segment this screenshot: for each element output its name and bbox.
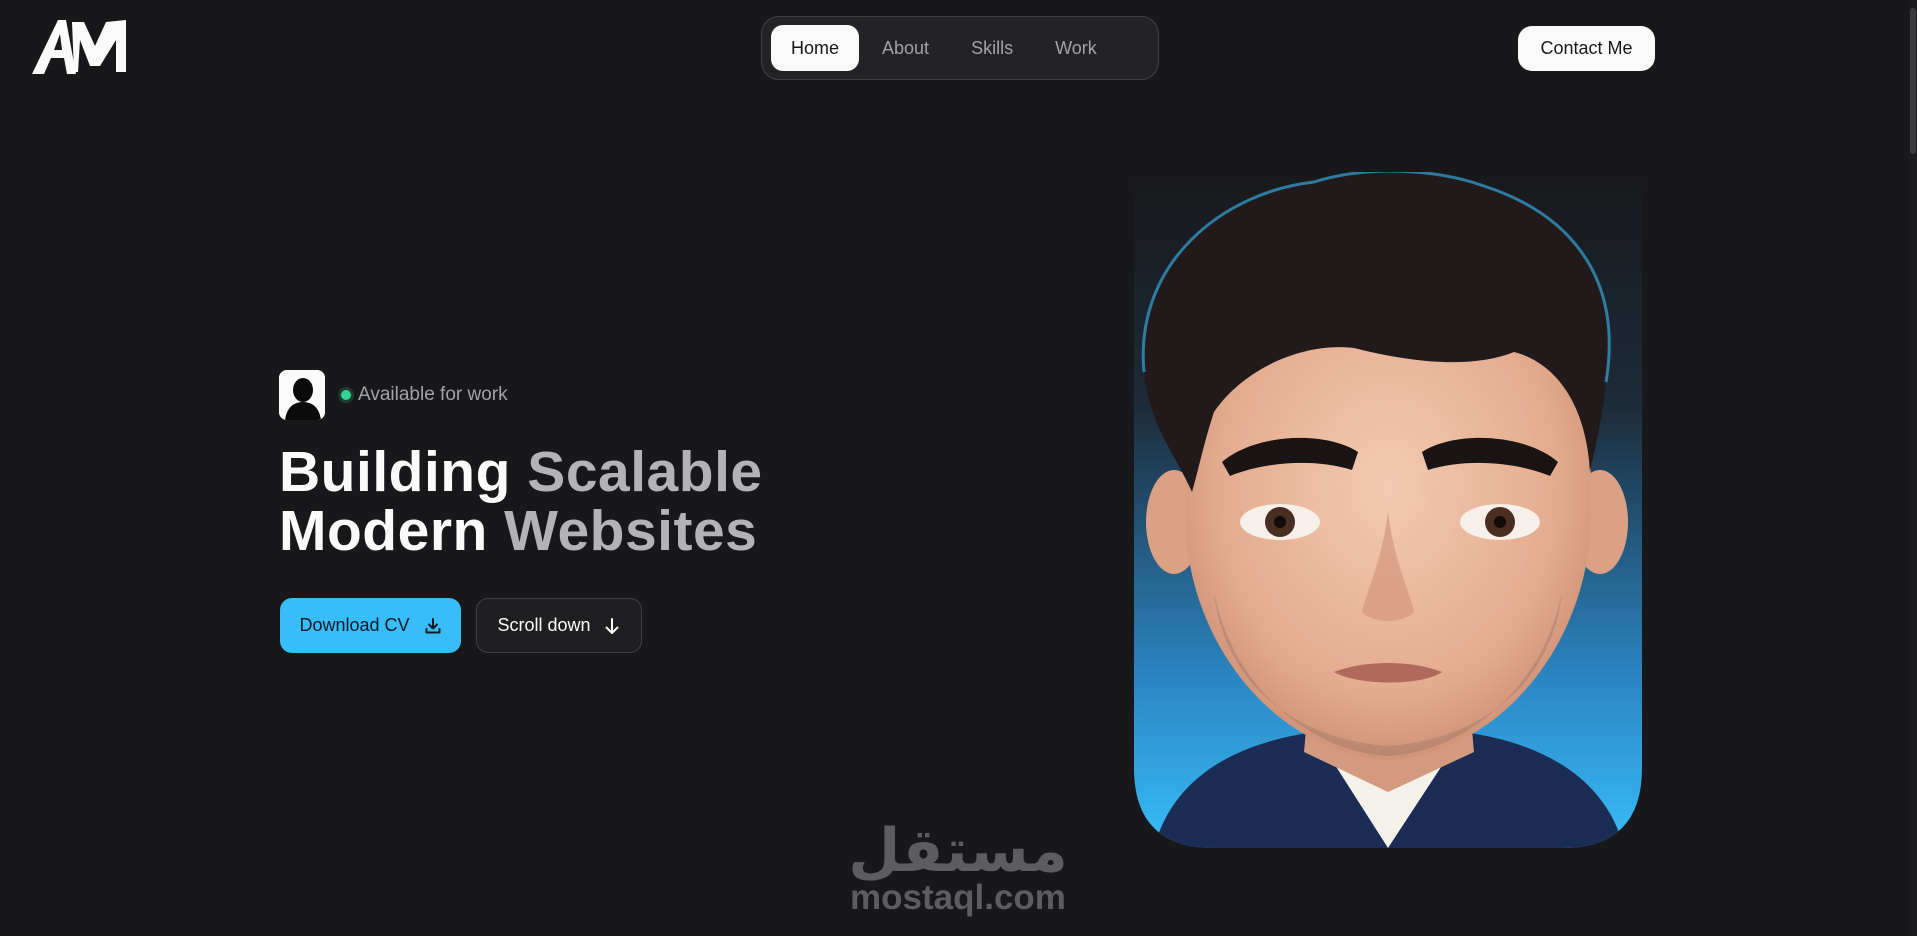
scroll-down-label: Scroll down — [497, 615, 591, 635]
headline-word: Building — [279, 440, 511, 504]
nav-about[interactable]: About — [863, 25, 948, 71]
scrollbar[interactable] — [1909, 0, 1917, 936]
availability-text: Available for work — [358, 384, 508, 405]
arrow-down-icon — [603, 617, 621, 635]
logo-letter-m — [72, 20, 126, 72]
nav-work[interactable]: Work — [1036, 25, 1116, 71]
profile-portrait — [1134, 172, 1642, 848]
nav-home[interactable]: Home — [771, 25, 860, 71]
headline-word: Scalable — [527, 440, 763, 504]
brand-logo[interactable] — [32, 18, 128, 74]
headline-word: Modern — [279, 499, 488, 563]
main-nav: Home About Skills Work — [761, 16, 1159, 80]
download-cv-button[interactable]: Download CV — [280, 598, 461, 653]
download-icon — [424, 617, 442, 635]
availability-badge: Available for work — [279, 370, 508, 420]
logo-letter-a — [32, 20, 76, 74]
scrollbar-thumb[interactable] — [1910, 8, 1916, 154]
watermark-url: mostaql.com — [850, 878, 1066, 917]
scroll-down-button[interactable]: Scroll down — [476, 598, 642, 653]
status-dot — [341, 390, 351, 400]
download-cv-label: Download CV — [299, 615, 410, 635]
hero-headline: Building Scalable Modern Websites — [279, 443, 763, 561]
avatar — [279, 370, 325, 420]
headline-word: Websites — [504, 499, 758, 563]
nav-skills[interactable]: Skills — [952, 25, 1032, 71]
silhouette-icon — [279, 370, 325, 420]
watermark-arabic: مستقل — [848, 816, 1068, 886]
contact-me-button[interactable]: Contact Me — [1518, 26, 1655, 71]
